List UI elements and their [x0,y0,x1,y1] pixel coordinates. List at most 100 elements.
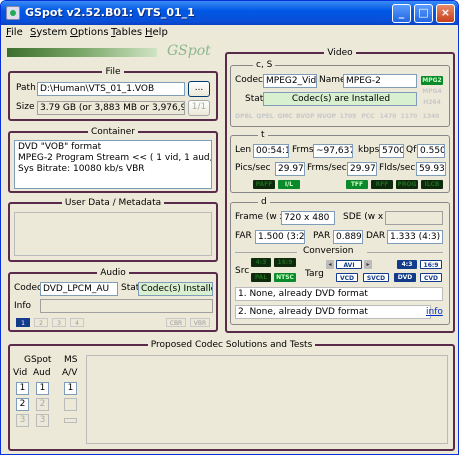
dvd-badge[interactable]: DVD [394,273,416,282]
minimize-button[interactable]: _ [392,4,411,23]
codecs-panel-title: Proposed Codec Solutions and Tests [147,340,316,350]
flds-sec-field[interactable]: 59.939 [416,162,446,176]
userdata-box[interactable] [14,212,212,256]
vid-codec-2[interactable]: 2 [16,398,29,411]
far-label: FAR [235,231,252,241]
app-icon[interactable] [6,6,20,20]
d-group-title: d [258,197,270,207]
conversion-result-2[interactable]: 2. None, already DVD format [235,305,431,319]
pcc-badge: PCC [360,112,376,121]
sde-label: SDE (w x [343,212,384,222]
menu-options[interactable]: Options [70,27,109,38]
frms-sec-field[interactable]: 29.970 [347,162,377,176]
audio-tab-4[interactable]: 4 [70,318,84,327]
window-title: GSpot v2.52.B01: VTS_01_1 [25,6,195,19]
menu-file[interactable]: File [6,27,23,38]
browse-button[interactable]: ... [188,81,210,97]
frms-sec-label: Frms/sec [307,163,347,173]
container-info-box[interactable]: DVD "VOB" format MPEG-2 Program Stream <… [14,140,212,189]
video-panel-title: Video [324,48,356,58]
audio-info-field[interactable] [40,299,213,313]
av-codec-2[interactable] [64,398,77,411]
sde-field[interactable] [385,211,443,225]
close-button[interactable]: × [436,4,455,23]
info-link[interactable]: info [426,307,443,317]
codecs-panel: Proposed Codec Solutions and Tests GSpot… [8,340,455,451]
svcd-badge[interactable]: SVCD [363,273,389,282]
len-label: Len [235,145,252,155]
vid-codec-1[interactable]: 1 [16,382,29,395]
path-field[interactable]: D:\Human\VTS_01_1.VOB [37,82,185,96]
aud-codec-2[interactable]: 2 [36,398,49,411]
video-codec-label: Codec [235,75,263,85]
audio-stat-field[interactable]: Codec(s) Installed [138,282,213,296]
codec-solutions-box[interactable] [86,355,448,444]
gspot-col-label: GSpot [24,355,52,365]
vid-col-label: Vid [13,368,28,378]
qf-field[interactable]: 0.550 [417,144,445,158]
audio-panel-title: Audio [97,268,129,278]
audio-tab-3[interactable]: 3 [52,318,66,327]
frms-label: Frms [292,145,314,155]
size-field[interactable]: 3.79 GB (or 3,883 MB or 3,976,92 [37,101,185,115]
targ-43-badge[interactable]: 4:3 [397,260,417,269]
audio-tab-2[interactable]: 2 [34,318,48,327]
video-stat-label: Stat [245,94,264,104]
targ-169-badge[interactable]: 16:9 [420,260,442,269]
targ-label: Targ [305,269,324,279]
container-line: MPEG-2 Program Stream << ( 1 vid, 1 aud,… [18,153,212,163]
avi-badge[interactable]: AVI [336,260,362,269]
par-field[interactable]: 0.889 [333,230,363,244]
vid-codec-3[interactable]: 3 [16,414,29,427]
cvd-badge[interactable]: CVD [420,273,442,282]
maximize-button[interactable]: □ [414,4,433,23]
menu-tables[interactable]: Tables [111,27,142,38]
video-name-label: Name [319,75,346,85]
conversion-divider-right [367,252,443,253]
video-stat-field[interactable]: Codec(s) are Installed [263,92,417,106]
kbps-field[interactable]: 5700 [379,144,404,158]
vcd-badge[interactable]: VCD [336,273,358,282]
nvop-badge: NVOP [317,112,337,121]
container-panel-title: Container [88,127,138,137]
path-label: Path [16,83,36,93]
audio-panel: Audio Codec DVD_LPCM_AU Stat Codec(s) In… [8,268,218,332]
size-label: Size [16,102,35,112]
frame-field[interactable]: 720 x 480 [281,211,335,225]
kbps-label: kbps [358,145,380,155]
src-43-badge: 4:3 [251,258,271,267]
rff-badge: RFF [371,180,393,189]
file-counter-button[interactable]: 1/1 [188,100,210,116]
frms-field[interactable]: ~97,637 [313,144,353,158]
audio-codec-label: Codec [14,283,42,293]
aud-col-label: Aud [33,368,51,378]
mpg2-badge: MPG2 [421,76,443,85]
badge-1709: 1709 [339,112,357,121]
flds-sec-label: Flds/sec [379,163,416,173]
menu-help[interactable]: Help [145,27,168,38]
pics-sec-field[interactable]: 29.970 [275,162,305,176]
av-codec-3[interactable] [64,418,77,423]
dar-field[interactable]: 1.333 (4:3) [387,230,443,244]
ntsc-badge: NTSC [274,273,296,282]
conversion-title: Conversion [303,246,354,256]
aud-codec-1[interactable]: 1 [36,382,49,395]
arrow-right-icon[interactable]: ▸ [364,260,372,269]
far-field[interactable]: 1.500 (3:2) [255,230,305,244]
video-codec-field[interactable]: MPEG2_Vid [263,74,317,88]
len-field[interactable]: 00:54:1 [253,144,289,158]
conversion-divider-left [235,252,297,253]
video-name-field[interactable]: MPEG-2 [343,74,417,88]
tff-badge: TFF [346,180,368,189]
title-bar[interactable]: GSpot v2.52.B01: VTS_01_1 _ □ × [1,1,458,25]
menu-system[interactable]: System [30,27,67,38]
aud-codec-3[interactable]: 3 [36,414,49,427]
conversion-result-1[interactable]: 1. None, already DVD format [235,287,443,301]
av-codec-1[interactable]: 1 [64,382,77,395]
file-panel-title: File [102,67,124,77]
mpg4-badge: MPG4 [421,87,443,96]
cs-group: c, S Codec MPEG2_Vid Name MPEG-2 MPG2 MP… [230,60,450,127]
audio-tab-1[interactable]: 1 [16,318,30,327]
arrow-left-icon[interactable]: ◂ [326,260,334,269]
audio-codec-field[interactable]: DVD_LPCM_AU [40,282,118,296]
